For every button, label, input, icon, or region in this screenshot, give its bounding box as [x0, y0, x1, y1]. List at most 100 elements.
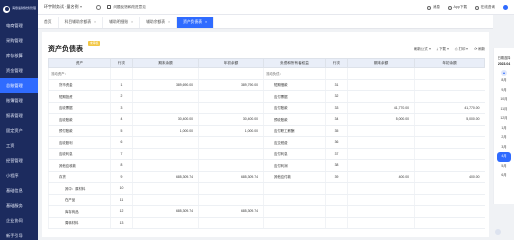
- liability-begin-balance-cell[interactable]: [414, 217, 485, 229]
- refresh-button[interactable]: ⟳ 刷新: [474, 46, 485, 52]
- tab-item[interactable]: 资产负债表 ×: [177, 17, 215, 28]
- close-icon[interactable]: ×: [205, 17, 207, 28]
- download-button[interactable]: ⤓ 下载: [437, 46, 449, 51]
- liability-begin-balance-cell[interactable]: [414, 125, 485, 137]
- sidebar-item[interactable]: 固定资产: [0, 123, 38, 138]
- print-button[interactable]: ⎙ 打印: [455, 46, 469, 51]
- month-item[interactable]: 9月: [494, 86, 514, 96]
- asset-begin-balance-cell[interactable]: [198, 90, 264, 103]
- app-download-button[interactable]: App下载: [448, 5, 467, 10]
- asset-end-balance-cell[interactable]: 389,690.00: [132, 79, 199, 91]
- sidebar-item[interactable]: 企业协同: [0, 213, 38, 228]
- month-item[interactable]: 6月: [494, 171, 514, 181]
- sidebar-item[interactable]: 账簿管理: [0, 93, 38, 108]
- liability-begin-balance-cell[interactable]: 41,770.00: [414, 102, 485, 114]
- liability-begin-balance-cell[interactable]: [414, 148, 485, 160]
- asset-end-balance-cell[interactable]: 685,309.74: [132, 205, 199, 218]
- asset-begin-balance-cell[interactable]: [198, 136, 264, 149]
- asset-end-balance-cell[interactable]: [132, 159, 199, 172]
- asset-begin-balance-cell[interactable]: [198, 159, 264, 172]
- liability-end-balance-cell[interactable]: 400.00: [347, 171, 415, 183]
- sidebar-item[interactable]: 经营管理: [0, 153, 38, 168]
- liability-begin-balance-cell[interactable]: [414, 194, 485, 206]
- company-selector[interactable]: 环宇财务试 ·量名例: [44, 4, 83, 10]
- month-item[interactable]: 1月: [494, 124, 514, 134]
- liability-end-balance-cell[interactable]: [347, 79, 415, 91]
- liability-end-balance-cell[interactable]: [347, 217, 415, 229]
- liability-begin-balance-cell[interactable]: [414, 182, 485, 195]
- online-consult-button[interactable]: 在线咨询: [475, 5, 495, 10]
- asset-end-balance-cell[interactable]: [132, 194, 199, 206]
- liability-begin-balance-cell[interactable]: [414, 136, 485, 149]
- refresh-formula-button[interactable]: 刷新公式: [414, 46, 431, 51]
- asset-end-balance-cell[interactable]: [132, 102, 199, 114]
- asset-begin-balance-cell[interactable]: [198, 67, 264, 80]
- liability-begin-balance-cell[interactable]: [414, 79, 485, 91]
- asset-begin-balance-cell[interactable]: 1,000.00: [198, 125, 264, 137]
- liability-begin-balance-cell[interactable]: [414, 205, 485, 218]
- liability-end-balance-cell[interactable]: [347, 194, 415, 206]
- asset-end-balance-cell[interactable]: [132, 67, 199, 80]
- liability-end-balance-cell[interactable]: 5,000.00: [347, 113, 415, 126]
- asset-begin-balance-cell[interactable]: [198, 182, 264, 195]
- asset-end-balance-cell[interactable]: [132, 217, 199, 229]
- sidebar-item[interactable]: 小程序: [0, 168, 38, 183]
- asset-end-balance-cell[interactable]: 685,309.74: [132, 171, 199, 183]
- liability-begin-balance-cell[interactable]: [414, 90, 485, 103]
- logo[interactable]: 海鼎速财财务管理: [0, 0, 38, 18]
- sidebar-item[interactable]: 报表管理: [0, 108, 38, 123]
- sidebar-item[interactable]: 库存核算: [0, 48, 38, 63]
- sidebar-item[interactable]: 电商管理: [0, 18, 38, 33]
- month-item[interactable]: 8月: [494, 76, 514, 86]
- sidebar-item[interactable]: 总账管理: [0, 78, 38, 93]
- month-item[interactable]: 3月: [494, 143, 514, 153]
- asset-end-balance-cell[interactable]: 1,000.00: [132, 125, 199, 137]
- month-item[interactable]: 12月: [494, 114, 514, 124]
- avatar[interactable]: [503, 5, 508, 10]
- asset-begin-balance-cell[interactable]: 685,309.74: [198, 171, 264, 183]
- asset-end-balance-cell[interactable]: [132, 182, 199, 195]
- liability-end-balance-cell[interactable]: [347, 67, 415, 80]
- liability-end-balance-cell[interactable]: [347, 182, 415, 195]
- sidebar-item[interactable]: 新手引导: [0, 228, 38, 240]
- sidebar-item[interactable]: 基础服务: [0, 198, 38, 213]
- month-item[interactable]: 4月: [497, 152, 511, 162]
- tab-item[interactable]: 首页: [38, 17, 59, 28]
- liability-end-balance-cell[interactable]: 41,770.00: [347, 102, 415, 114]
- liability-begin-balance-cell[interactable]: [414, 67, 485, 80]
- message-button[interactable]: 消息: [427, 5, 440, 10]
- sidebar-item[interactable]: 资金管理: [0, 63, 38, 78]
- liability-end-balance-cell[interactable]: [347, 136, 415, 149]
- asset-begin-balance-cell[interactable]: 685,309.74: [198, 205, 264, 218]
- liability-end-balance-cell[interactable]: [347, 125, 415, 137]
- asset-begin-balance-cell[interactable]: [198, 194, 264, 206]
- liability-end-balance-cell[interactable]: [347, 90, 415, 103]
- tab-item[interactable]: 辅助明细账 ×: [103, 17, 141, 28]
- asset-begin-balance-cell[interactable]: 389,790.00: [198, 79, 264, 91]
- month-item[interactable]: 2月: [494, 133, 514, 143]
- close-icon[interactable]: ×: [131, 17, 133, 28]
- asset-end-balance-cell[interactable]: [132, 136, 199, 149]
- month-item[interactable]: 11月: [494, 105, 514, 115]
- liability-end-balance-cell[interactable]: [347, 159, 415, 172]
- asset-end-balance-cell[interactable]: [132, 90, 199, 103]
- close-icon[interactable]: ×: [168, 17, 170, 28]
- liability-end-balance-cell[interactable]: [347, 205, 415, 218]
- asset-begin-balance-cell[interactable]: 30,400.00: [198, 113, 264, 126]
- liability-end-balance-cell[interactable]: [347, 148, 415, 160]
- gear-icon[interactable]: [96, 4, 102, 10]
- month-item[interactable]: 5月: [494, 162, 514, 172]
- tab-item[interactable]: 辅助余额表 ×: [140, 17, 178, 28]
- asset-begin-balance-cell[interactable]: [198, 217, 264, 229]
- sidebar-item[interactable]: 采购管理: [0, 33, 38, 48]
- liability-begin-balance-cell[interactable]: 5,000.00: [414, 113, 485, 126]
- month-item[interactable]: 10月: [494, 95, 514, 105]
- scroll-top-icon[interactable]: [495, 229, 501, 235]
- sidebar-item[interactable]: 工资: [0, 138, 38, 153]
- tab-item[interactable]: 科目辅助余额表 ×: [59, 17, 104, 28]
- close-icon[interactable]: ×: [94, 17, 96, 28]
- feedback-link[interactable]: 问题反馈和改进意见: [107, 5, 146, 10]
- liability-begin-balance-cell[interactable]: [414, 159, 485, 172]
- asset-begin-balance-cell[interactable]: [198, 102, 264, 114]
- sidebar-item[interactable]: 基础信息: [0, 183, 38, 198]
